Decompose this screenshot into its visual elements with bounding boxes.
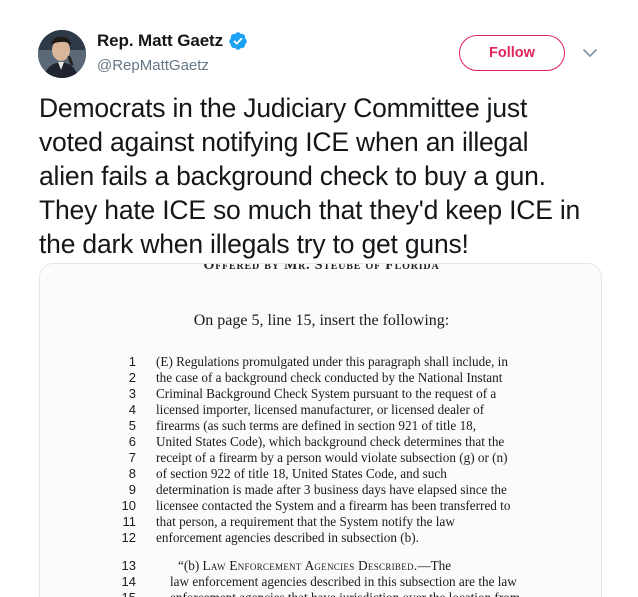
chevron-down-icon[interactable] bbox=[581, 46, 599, 60]
tweet-text: Democrats in the Judiciary Committee jus… bbox=[39, 93, 581, 259]
follow-button[interactable]: Follow bbox=[459, 35, 565, 71]
line-text: enforcement agencies described in subsec… bbox=[156, 530, 419, 545]
line-text: law enforcement agencies described in th… bbox=[170, 574, 517, 589]
document-header: Offered by Mr. Steube of Florida bbox=[203, 263, 440, 273]
tweet-media-image[interactable]: Offered by Mr. Steube of Florida On page… bbox=[39, 263, 602, 597]
line-number: 5 bbox=[128, 418, 136, 433]
line-text: receipt of a firearm by a person would v… bbox=[156, 450, 508, 465]
line-number: 1 bbox=[128, 354, 136, 369]
display-name[interactable]: Rep. Matt Gaetz bbox=[97, 31, 223, 51]
line-number: 14 bbox=[121, 574, 136, 589]
document-instruction: On page 5, line 15, insert the following… bbox=[193, 312, 450, 329]
line-text: enforcement agencies that have jurisdict… bbox=[170, 590, 520, 597]
line-text: (E) Regulations promulgated under this p… bbox=[156, 354, 508, 369]
tweet-header: Rep. Matt Gaetz @RepMattGaetz Follow bbox=[0, 0, 638, 90]
amendment-document: Offered by Mr. Steube of Florida On page… bbox=[40, 263, 601, 597]
verified-badge-icon bbox=[229, 32, 247, 50]
line-text-suffix: —The bbox=[417, 558, 452, 573]
line-number: 6 bbox=[128, 434, 136, 449]
line-text: licensee contacted the System and a fire… bbox=[156, 498, 511, 513]
line-number: 10 bbox=[121, 498, 136, 513]
line-number: 3 bbox=[128, 386, 136, 401]
line-number: 13 bbox=[121, 558, 136, 573]
name-row: Rep. Matt Gaetz bbox=[97, 31, 248, 51]
avatar[interactable] bbox=[38, 30, 86, 78]
line-text: firearms (as such terms are defined in s… bbox=[156, 418, 477, 433]
line-number: 12 bbox=[121, 530, 136, 545]
line-number: 15 bbox=[102, 590, 136, 597]
line-number: 2 bbox=[128, 370, 136, 385]
line-text: United States Code), which background ch… bbox=[156, 434, 505, 449]
line-text: licensed importer, licensed manufacturer… bbox=[156, 402, 485, 417]
section-heading: Law Enforcement Agencies Described. bbox=[202, 558, 418, 573]
user-handle[interactable]: @RepMattGaetz bbox=[97, 57, 209, 74]
line-text-prefix: “(b) bbox=[178, 558, 203, 573]
line-text: determination is made after 3 business d… bbox=[156, 482, 507, 497]
line-number: 11 bbox=[122, 514, 137, 529]
line-text: the case of a background check conducted… bbox=[156, 370, 503, 385]
line-text: Criminal Background Check System pursuan… bbox=[156, 386, 497, 401]
avatar-image bbox=[38, 30, 86, 78]
line-number: 4 bbox=[128, 402, 136, 417]
line-text: of section 922 of title 18, United State… bbox=[156, 466, 447, 481]
line-number: 8 bbox=[128, 466, 136, 481]
line-number: 9 bbox=[128, 482, 136, 497]
line-number: 7 bbox=[128, 450, 136, 465]
line-text: “(b) Law Enforcement Agencies Described.… bbox=[178, 558, 451, 574]
line-text: that person, a requirement that the Syst… bbox=[156, 514, 455, 529]
